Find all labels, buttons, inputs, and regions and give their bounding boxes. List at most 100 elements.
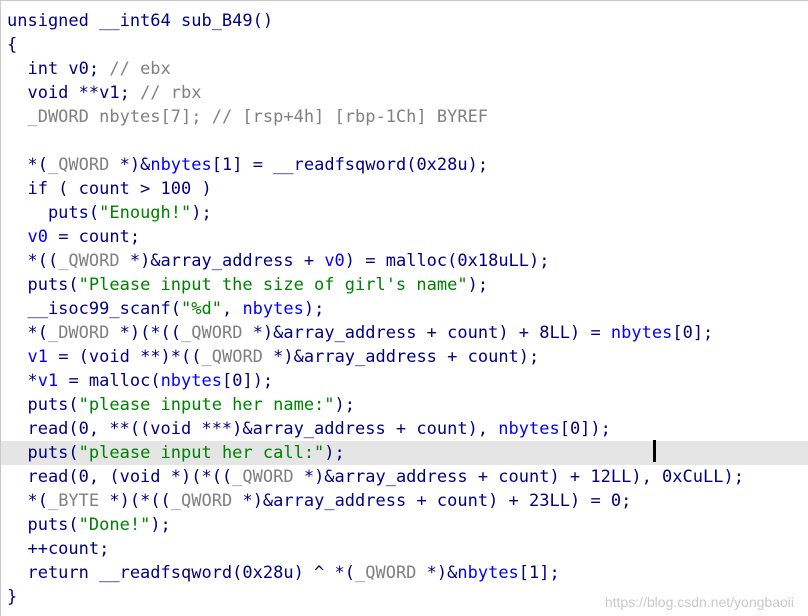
code-token: nbytes (457, 563, 519, 583)
code-line[interactable]: _DWORD nbytes[7]; // [rsp+4h] [rbp-1Ch] … (7, 105, 808, 129)
code-token: ); (467, 275, 489, 295)
code-line[interactable]: if ( count > 100 ) (7, 177, 808, 201)
code-token: ++count; (7, 539, 110, 559)
code-token: // ebx (109, 59, 171, 79)
code-token: *)& (109, 155, 151, 175)
code-token: puts( (7, 515, 79, 535)
code-token: *( (7, 155, 48, 175)
code-token: ); (324, 443, 345, 463)
code-token: puts( (7, 443, 79, 463)
code-token: _QWORD (47, 155, 110, 175)
code-token: _BYTE (47, 491, 100, 511)
code-line[interactable] (7, 129, 808, 153)
code-token: [0]); (559, 419, 611, 439)
code-token: _QWORD (355, 563, 417, 583)
code-token: [1] = __readfsqword(0x28u); (211, 155, 489, 175)
code-token: v1 (27, 347, 48, 367)
code-line[interactable]: *v1 = malloc(nbytes[0]); (7, 369, 808, 393)
code-token: * (7, 371, 38, 391)
code-token: *)(*(( (109, 323, 182, 343)
code-token: v1 (37, 371, 59, 391)
code-token: return __readfsqword(0x28u) ^ *( (7, 563, 355, 583)
code-line[interactable]: puts("Done!"); (7, 513, 808, 537)
code-token: *( (7, 323, 48, 343)
code-line[interactable]: int v0; // ebx (7, 57, 808, 81)
code-token: *( (7, 491, 48, 511)
code-token: void **v1; (7, 83, 141, 103)
code-line[interactable]: unsigned __int64 sub_B49() (7, 9, 808, 33)
code-token: _QWORD (201, 347, 263, 367)
code-token: *)&array_address + count) + 23LL) = 0; (232, 491, 632, 511)
code-token: _DWORD nbytes[7]; (7, 107, 212, 127)
code-token: ); (334, 395, 356, 415)
code-line[interactable]: puts("please inpute her name:"); (7, 393, 808, 417)
watermark: https://blog.csdn.net/yongbaoii (604, 594, 794, 610)
code-token: puts( (7, 275, 79, 295)
code-token: _DWORD (47, 323, 110, 343)
code-line[interactable]: *((_QWORD *)&array_address + v0) = mallo… (7, 249, 808, 273)
code-line[interactable]: read(0, (void *)(*((_QWORD *)&array_addr… (7, 465, 808, 489)
code-line[interactable]: *(_QWORD *)&nbytes[1] = __readfsqword(0x… (7, 153, 808, 177)
code-token: *(( (7, 251, 59, 271)
code-line[interactable]: return __readfsqword(0x28u) ^ *(_QWORD *… (7, 561, 808, 585)
code-line[interactable]: *(_BYTE *)(*((_QWORD *)&array_address + … (7, 489, 808, 513)
code-token: "Please input the size of girl's name" (78, 275, 468, 295)
code-token: unsigned __int64 sub_B49() (7, 11, 274, 31)
code-token: *)&array_address + count) + 8LL) = (242, 323, 611, 343)
code-token: // [rsp+4h] [rbp-1Ch] BYREF (211, 107, 489, 127)
code-token: *)& (416, 563, 458, 583)
code-token: ) = malloc(0x18uLL); (344, 251, 550, 271)
code-token: _QWORD (58, 251, 120, 271)
code-token: v0 (27, 227, 48, 247)
code-line-current[interactable]: puts("please input her call:"); (1, 441, 808, 465)
code-token: int v0; (7, 59, 110, 79)
code-token: "Enough!" (99, 203, 192, 223)
code-token: [1]; (518, 563, 560, 583)
code-token: nbytes (242, 299, 304, 319)
code-line[interactable]: *(_DWORD *)(*((_QWORD *)&array_address +… (7, 321, 808, 345)
code-line[interactable]: { (7, 33, 808, 57)
code-token: read(0, (void *)(*(( (7, 467, 233, 487)
code-token: *)(*(( (99, 491, 171, 511)
code-token: ); (191, 203, 212, 223)
code-token: *)&array_address + count) + 12LL), 0xCuL… (293, 467, 744, 487)
code-token: { (7, 35, 18, 55)
text-cursor (653, 440, 656, 462)
code-line[interactable]: __isoc99_scanf("%d", nbytes); (7, 297, 808, 321)
code-line[interactable]: v0 = count; (7, 225, 808, 249)
code-token: [0]); (221, 371, 274, 391)
code-token: = malloc( (58, 371, 161, 391)
code-token: nbytes (610, 323, 673, 343)
code-token: nbytes (150, 155, 212, 175)
code-token: _QWORD (181, 323, 243, 343)
pseudocode-listing[interactable]: unsigned __int64 sub_B49() { int v0; // e… (1, 9, 808, 609)
code-token: [0]; (672, 323, 714, 343)
code-token: v0 (324, 251, 345, 271)
code-token: puts( (7, 203, 100, 223)
code-token: nbytes (498, 419, 560, 439)
code-token: "please inpute her name:" (78, 395, 335, 415)
code-token: read(0, **((void ***)&array_address + co… (7, 419, 499, 439)
code-line[interactable]: puts("Enough!"); (7, 201, 808, 225)
code-line[interactable]: ++count; (7, 537, 808, 561)
code-token: if ( count > 100 ) (7, 179, 212, 199)
code-line[interactable]: v1 = (void **)*((_QWORD *)&array_address… (7, 345, 808, 369)
code-token: *)&array_address + count); (262, 347, 540, 367)
code-token: _QWORD (170, 491, 233, 511)
code-token: __isoc99_scanf( (7, 299, 181, 319)
code-token: ); (303, 299, 325, 319)
code-line[interactable]: void **v1; // rbx (7, 81, 808, 105)
code-token: , (221, 299, 243, 319)
code-token: } (7, 587, 18, 607)
code-line[interactable]: read(0, **((void ***)&array_address + co… (7, 417, 808, 441)
code-line[interactable]: puts("Please input the size of girl's na… (7, 273, 808, 297)
code-token: _QWORD (232, 467, 294, 487)
code-token: // rbx (140, 83, 202, 103)
code-token: puts( (7, 395, 79, 415)
code-token: "%d" (181, 299, 222, 319)
code-token: = count; (47, 227, 141, 247)
code-token: = (void **)*(( (47, 347, 202, 367)
pseudocode-view[interactable]: unsigned __int64 sub_B49() { int v0; // e… (0, 0, 808, 616)
